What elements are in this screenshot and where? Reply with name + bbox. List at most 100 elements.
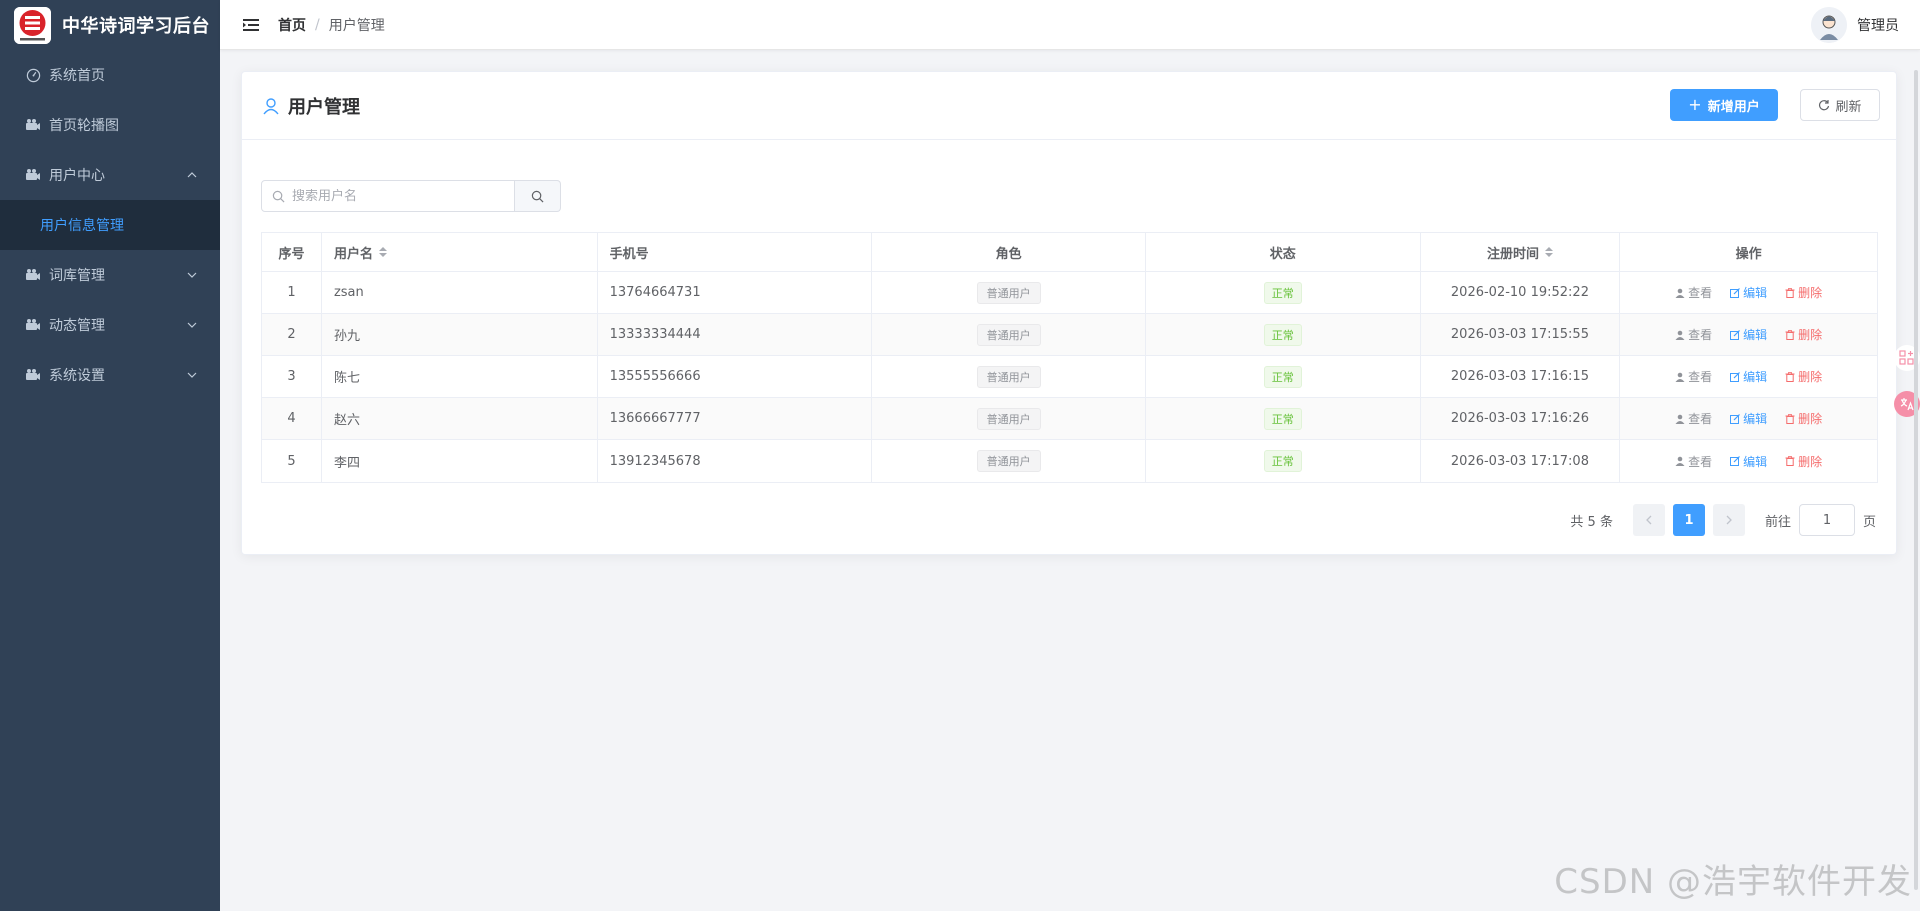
role-tag: 普通用户 xyxy=(976,365,1041,388)
page-suffix-label: 页 xyxy=(1862,514,1876,530)
sort-icon[interactable] xyxy=(378,247,387,257)
dashboard-icon xyxy=(24,66,42,84)
sidebar-item-carousel[interactable]: 首页轮播图 xyxy=(0,100,220,150)
page-scrollbar[interactable] xyxy=(1914,70,1918,890)
edit-icon xyxy=(1730,413,1741,424)
edit-button[interactable]: 编辑 xyxy=(1730,453,1767,470)
pagination: 共 5 条 1 前往 1 页 xyxy=(1570,504,1876,536)
col-index: 序号 xyxy=(262,233,322,271)
col-created-label: 注册时间 xyxy=(1486,246,1539,262)
cell-created: 2026-03-03 17:16:15 xyxy=(1421,356,1621,397)
chevron-right-icon xyxy=(1726,515,1732,525)
trash-icon xyxy=(1785,287,1795,298)
delete-button[interactable]: 删除 xyxy=(1785,368,1822,385)
chevron-up-icon xyxy=(187,172,197,178)
sidebar-item-feed[interactable]: 动态管理 xyxy=(0,300,220,350)
sidebar: 中华诗词学习后台 系统首页 首页轮播图 用户中心 用户信息管理 词库管理 动态管 xyxy=(0,0,220,911)
sidebar-item-user-info[interactable]: 用户信息管理 xyxy=(0,200,220,250)
cell-phone: 13555556666 xyxy=(598,356,873,397)
page-number-current[interactable]: 1 xyxy=(1672,504,1705,536)
sort-icon[interactable] xyxy=(1544,247,1553,257)
cell-status: 正常 xyxy=(1146,440,1421,482)
cell-actions: 查看 编辑 删除 xyxy=(1620,314,1877,355)
refresh-icon xyxy=(1818,99,1830,111)
col-status: 状态 xyxy=(1146,233,1421,271)
cell-phone: 13666667777 xyxy=(598,398,873,439)
status-badge: 正常 xyxy=(1263,450,1302,472)
cell-actions: 查看 编辑 删除 xyxy=(1620,356,1877,397)
cell-status: 正常 xyxy=(1146,356,1421,397)
breadcrumb-separator: / xyxy=(315,16,320,33)
role-tag: 普通用户 xyxy=(976,407,1041,430)
cell-created: 2026-03-03 17:17:08 xyxy=(1421,440,1621,482)
view-button[interactable]: 查看 xyxy=(1675,284,1712,301)
view-label: 查看 xyxy=(1688,328,1713,342)
col-username-label: 用户名 xyxy=(333,246,373,262)
search-icon xyxy=(272,190,285,202)
chevron-left-icon xyxy=(1646,515,1652,525)
sidebar-item-settings[interactable]: 系统设置 xyxy=(0,350,220,400)
delete-button[interactable]: 删除 xyxy=(1785,453,1822,470)
delete-label: 删除 xyxy=(1798,454,1823,469)
refresh-button[interactable]: 刷新 xyxy=(1800,89,1880,121)
edit-button[interactable]: 编辑 xyxy=(1730,368,1767,385)
edit-button[interactable]: 编辑 xyxy=(1730,410,1767,427)
prev-page-button[interactable] xyxy=(1632,504,1665,536)
app-logo xyxy=(14,6,51,44)
delete-label: 删除 xyxy=(1798,328,1823,342)
table-row: 3 陈七 13555556666 普通用户 正常 2026-03-03 17:1… xyxy=(262,356,1877,398)
view-button[interactable]: 查看 xyxy=(1675,326,1712,343)
add-user-button[interactable]: + 新增用户 xyxy=(1670,89,1778,121)
cell-role: 普通用户 xyxy=(872,440,1146,482)
status-badge: 正常 xyxy=(1263,281,1302,304)
sidebar-item-lexicon[interactable]: 词库管理 xyxy=(0,250,220,300)
breadcrumb-home[interactable]: 首页 xyxy=(278,15,306,35)
search-row xyxy=(261,180,561,212)
sidebar-item-user-center[interactable]: 用户中心 xyxy=(0,150,220,200)
camera-icon xyxy=(24,366,42,384)
watermark: CSDN @浩宇软件开发 xyxy=(1554,862,1912,902)
cell-index: 5 xyxy=(262,440,322,482)
col-created[interactable]: 注册时间 xyxy=(1421,233,1621,271)
pagination-total: 共 5 条 xyxy=(1570,514,1613,530)
menu-fold-icon[interactable] xyxy=(240,14,262,36)
cell-role: 普通用户 xyxy=(872,356,1146,397)
delete-button[interactable]: 删除 xyxy=(1785,326,1822,343)
view-button[interactable]: 查看 xyxy=(1675,453,1712,470)
delete-button[interactable]: 删除 xyxy=(1785,410,1822,427)
logo-area[interactable]: 中华诗词学习后台 xyxy=(0,0,220,50)
camera-icon xyxy=(24,166,42,184)
col-phone: 手机号 xyxy=(598,233,873,271)
role-tag: 普通用户 xyxy=(976,450,1041,472)
cell-role: 普通用户 xyxy=(872,314,1146,355)
view-button[interactable]: 查看 xyxy=(1675,368,1712,385)
user-dropdown[interactable]: 管理员 xyxy=(1811,7,1899,43)
col-actions: 操作 xyxy=(1735,246,1762,262)
table-row: 4 赵六 13666667777 普通用户 正常 2026-03-03 17:1… xyxy=(262,398,1877,440)
user-icon xyxy=(1675,288,1685,298)
chevron-down-icon xyxy=(187,322,197,328)
col-username[interactable]: 用户名 xyxy=(322,233,598,271)
edit-button[interactable]: 编辑 xyxy=(1730,326,1767,343)
next-page-button[interactable] xyxy=(1712,504,1745,536)
view-button[interactable]: 查看 xyxy=(1675,410,1712,427)
trash-icon xyxy=(1785,329,1795,340)
search-button[interactable] xyxy=(515,180,561,212)
app-title: 中华诗词学习后台 xyxy=(62,16,210,37)
cell-username: 赵六 xyxy=(322,398,598,439)
search-input[interactable] xyxy=(292,188,502,204)
edit-button[interactable]: 编辑 xyxy=(1730,284,1767,301)
cell-phone: 13764664731 xyxy=(598,272,873,313)
delete-button[interactable]: 删除 xyxy=(1785,284,1822,301)
edit-label: 编辑 xyxy=(1743,328,1768,342)
goto-page-input[interactable]: 1 xyxy=(1798,504,1855,536)
camera-icon xyxy=(24,266,42,284)
cell-phone: 13912345678 xyxy=(598,440,873,482)
camera-icon xyxy=(24,116,42,134)
table-row: 5 李四 13912345678 普通用户 正常 2026-03-03 17:1… xyxy=(262,440,1877,482)
search-field[interactable] xyxy=(261,180,515,212)
add-user-label: 新增用户 xyxy=(1707,99,1760,115)
cell-username: 孙九 xyxy=(322,314,598,355)
sidebar-item-home[interactable]: 系统首页 xyxy=(0,50,220,100)
trash-icon xyxy=(1785,456,1795,466)
